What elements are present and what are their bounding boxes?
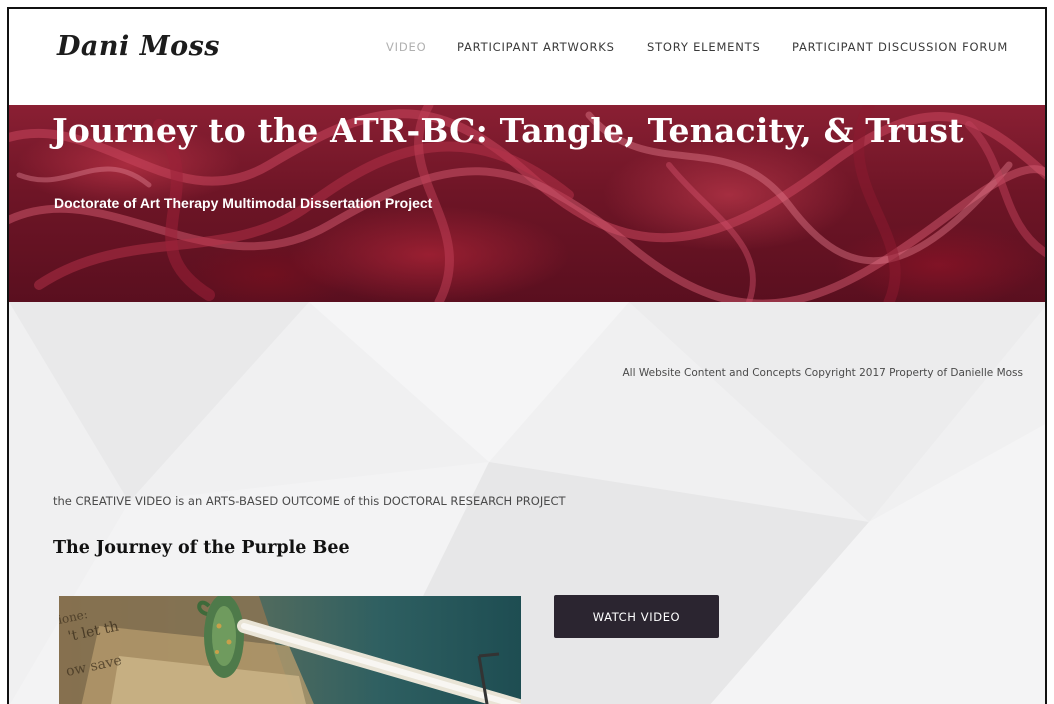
watch-video-button[interactable]: WATCH VIDEO [554, 595, 719, 638]
browser-frame: Dani Moss VIDEO PARTICIPANT ARTWORKS STO… [7, 7, 1047, 704]
nav-participant-discussion-forum[interactable]: PARTICIPANT DISCUSSION FORUM [792, 40, 1008, 54]
nav-video[interactable]: VIDEO [386, 40, 426, 54]
main-content: All Website Content and Concepts Copyrig… [9, 302, 1045, 704]
intro-text: the CREATIVE VIDEO is an ARTS-BASED OUTC… [53, 494, 566, 508]
hero-banner: Journey to the ATR-BC: Tangle, Tenacity,… [9, 105, 1045, 302]
site-header: Dani Moss VIDEO PARTICIPANT ARTWORKS STO… [9, 9, 1045, 105]
nav-participant-artworks[interactable]: PARTICIPANT ARTWORKS [457, 40, 615, 54]
purple-bee-artwork-thumbnail[interactable]: 't let th ow save ione: [59, 596, 521, 704]
artwork-image: 't let th ow save ione: [59, 596, 521, 704]
hero-subtitle: Doctorate of Art Therapy Multimodal Diss… [54, 195, 433, 211]
main-nav: VIDEO PARTICIPANT ARTWORKS STORY ELEMENT… [9, 40, 1045, 60]
video-title: The Journey of the Purple Bee [53, 538, 350, 558]
copyright-notice: All Website Content and Concepts Copyrig… [622, 367, 1023, 379]
hero-title: Journey to the ATR-BC: Tangle, Tenacity,… [52, 111, 964, 150]
nav-story-elements[interactable]: STORY ELEMENTS [647, 40, 761, 54]
